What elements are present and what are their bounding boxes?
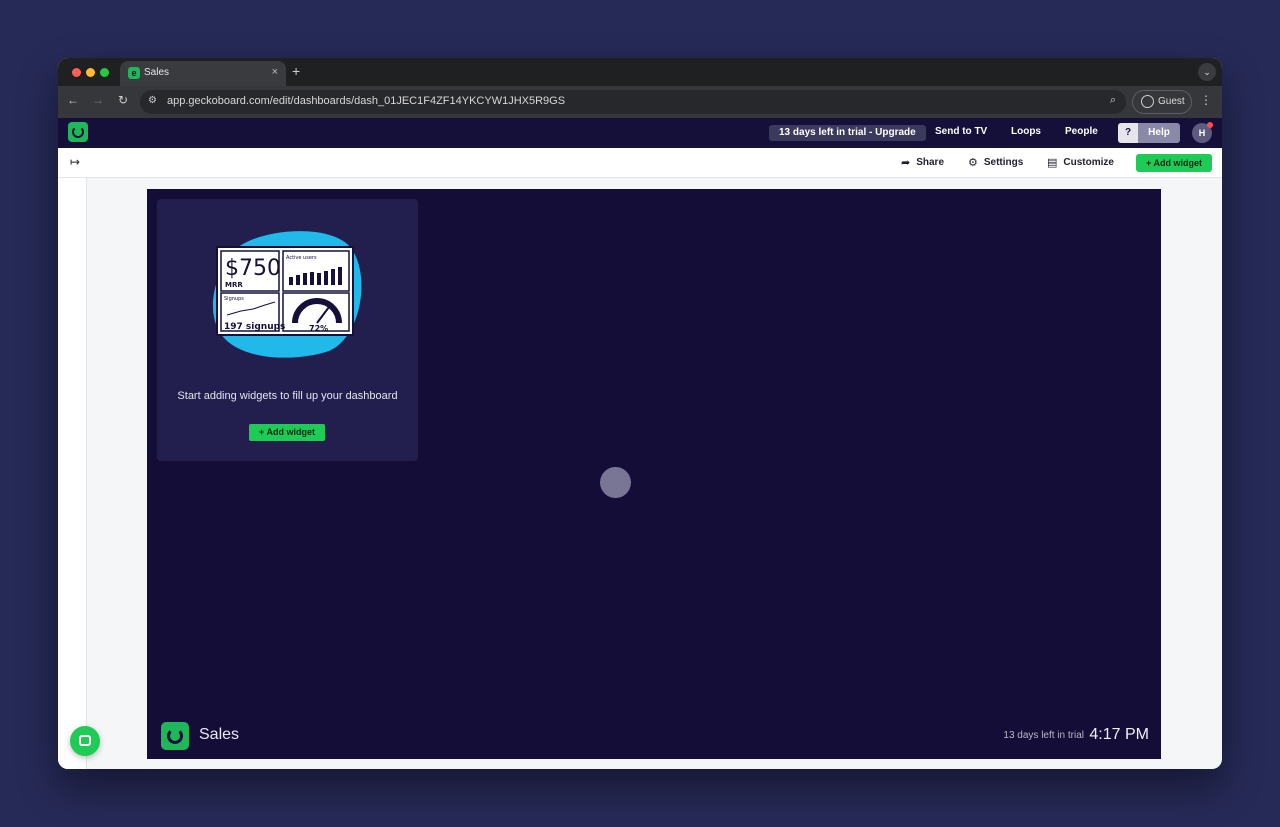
geckoboard-logo-icon[interactable]: [68, 122, 88, 142]
back-arrow-icon[interactable]: ←: [67, 93, 79, 107]
add-widget-card-label: Add widget: [266, 427, 315, 437]
menu-icon[interactable]: ⋮: [1200, 93, 1212, 107]
send-to-tv-link[interactable]: Send to TV: [935, 126, 987, 137]
add-widget-label: Add widget: [1153, 158, 1202, 168]
avatar[interactable]: H: [1192, 122, 1213, 143]
guest-label: Guest: [1158, 96, 1185, 107]
help-button-group[interactable]: ? Help: [1118, 123, 1180, 143]
settings-label: Settings: [983, 157, 1024, 168]
guest-profile-icon: [1141, 95, 1154, 108]
loops-link[interactable]: Loops: [1011, 126, 1041, 137]
add-widget-button[interactable]: + Add widget: [1136, 154, 1212, 172]
tab-strip: e Sales × + ⌄: [58, 58, 1222, 86]
url-text[interactable]: app.geckoboard.com/edit/dashboards/dash_…: [167, 95, 565, 107]
share-label: Share: [916, 157, 945, 168]
add-widget-card-button[interactable]: + Add widget: [249, 424, 325, 441]
gear-icon: ⚙: [968, 157, 978, 169]
share-arrow-icon: ➦: [901, 157, 911, 169]
geckoboard-favicon-icon: e: [128, 67, 140, 79]
guest-profile-button[interactable]: Guest: [1132, 90, 1192, 114]
site-settings-icon[interactable]: ⚙: [148, 95, 157, 106]
expand-sidebar-icon[interactable]: ↦: [70, 155, 80, 169]
settings-button[interactable]: ⚙ Settings: [968, 156, 1023, 169]
customize-label: Customize: [1063, 157, 1114, 168]
maximize-window-button[interactable]: [100, 68, 109, 77]
app-header: 13 days left in trial - Upgrade Send to …: [58, 118, 1222, 148]
empty-state-message: Start adding widgets to fill up your das…: [177, 390, 398, 402]
zoom-icon[interactable]: ⌕: [1110, 94, 1116, 107]
mrr-label-text: MRR: [225, 281, 243, 289]
dashboard-clock: 4:17 PM: [1089, 726, 1149, 743]
browser-navbar: ← → ↻ ⚙ app.geckoboard.com/edit/dashboar…: [58, 86, 1222, 118]
customize-button[interactable]: ▤ Customize: [1047, 156, 1114, 169]
tab-search-icon[interactable]: ⌄: [1198, 63, 1216, 81]
forward-arrow-icon[interactable]: →: [92, 93, 104, 107]
browser-window: e Sales × + ⌄ ← → ↻ ⚙ app.geckoboard.com…: [58, 58, 1222, 769]
chat-support-button[interactable]: [70, 726, 100, 756]
help-question-icon[interactable]: ?: [1118, 123, 1138, 143]
notification-dot: [1207, 122, 1213, 128]
signups-title-text: Signups: [224, 296, 244, 302]
mrr-value-text: $750: [225, 256, 281, 281]
browser-tab-sales[interactable]: e Sales ×: [120, 61, 286, 86]
empty-state-card: $750 MRR Active users Signups 197 signup…: [157, 199, 418, 461]
minimize-window-button[interactable]: [86, 68, 95, 77]
reload-icon[interactable]: ↻: [118, 93, 128, 107]
people-link[interactable]: People: [1065, 126, 1098, 137]
dashboard-toolbar: ↦ ➦ Share ⚙ Settings ▤ Customize + Add w…: [58, 148, 1222, 178]
customize-icon: ▤: [1047, 157, 1058, 169]
close-window-button[interactable]: [72, 68, 81, 77]
help-button[interactable]: Help: [1138, 123, 1180, 143]
tab-close-icon[interactable]: ×: [272, 66, 278, 78]
address-bar[interactable]: ⚙ app.geckoboard.com/edit/dashboards/das…: [140, 90, 1126, 114]
tab-title: Sales: [144, 67, 170, 78]
upgrade-trial-button[interactable]: 13 days left in trial - Upgrade: [769, 125, 926, 141]
dashboard-title[interactable]: Sales: [199, 726, 239, 744]
chat-icon: [79, 735, 91, 746]
sidebar-strip: [58, 178, 87, 769]
active-users-title-text: Active users: [286, 255, 317, 261]
dashboard-illustration-icon: $750 MRR Active users Signups 197 signup…: [212, 231, 362, 358]
geckoboard-footer-logo-icon: [161, 722, 189, 750]
dashboard-canvas: $750 MRR Active users Signups 197 signup…: [147, 189, 1161, 759]
new-tab-button[interactable]: +: [292, 63, 300, 79]
share-button[interactable]: ➦ Share: [901, 156, 944, 169]
signups-value-text: 197 signups: [224, 322, 285, 332]
trial-notice: 13 days left in trial: [1003, 730, 1084, 741]
avatar-initial: H: [1198, 128, 1206, 138]
cursor-indicator: [600, 467, 631, 498]
gauge-value-text: 72%: [309, 324, 328, 333]
